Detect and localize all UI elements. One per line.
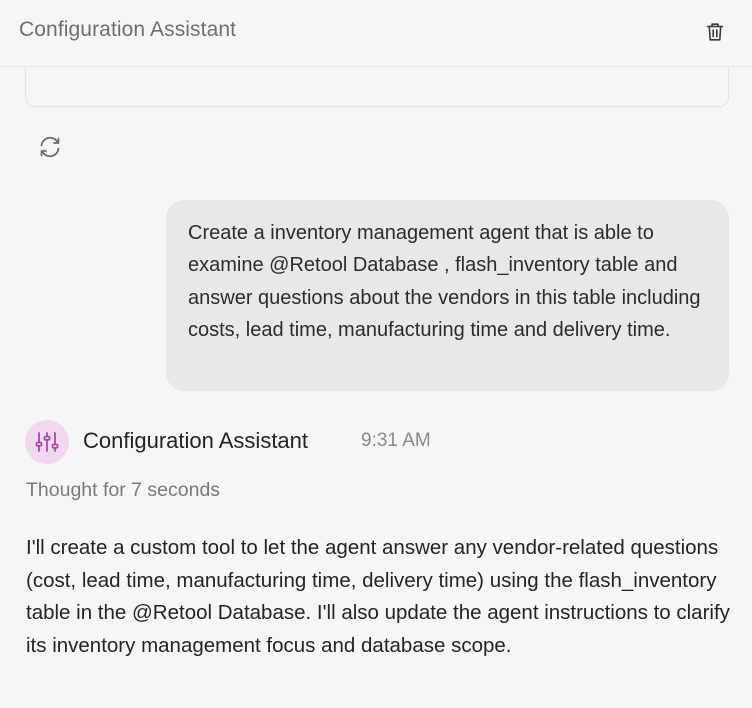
regenerate-button[interactable] — [36, 133, 64, 161]
message-timestamp: 9:31 AM — [361, 430, 431, 451]
assistant-message-text: I'll create a custom tool to let the age… — [26, 536, 730, 657]
panel-title: Configuration Assistant — [19, 18, 237, 41]
delete-conversation-button[interactable] — [702, 19, 728, 45]
thought-duration-toggle[interactable]: Thought for 7 seconds — [26, 479, 220, 502]
refresh-icon — [40, 136, 60, 158]
user-message-bubble: Create a inventory management agent that… — [166, 200, 729, 391]
assistant-name: Configuration Assistant — [83, 428, 309, 453]
trash-icon — [706, 23, 724, 41]
panel-header: Configuration Assistant — [0, 0, 752, 67]
sliders-icon — [35, 432, 59, 452]
assistant-avatar — [25, 420, 69, 464]
previous-message-card — [25, 67, 729, 107]
